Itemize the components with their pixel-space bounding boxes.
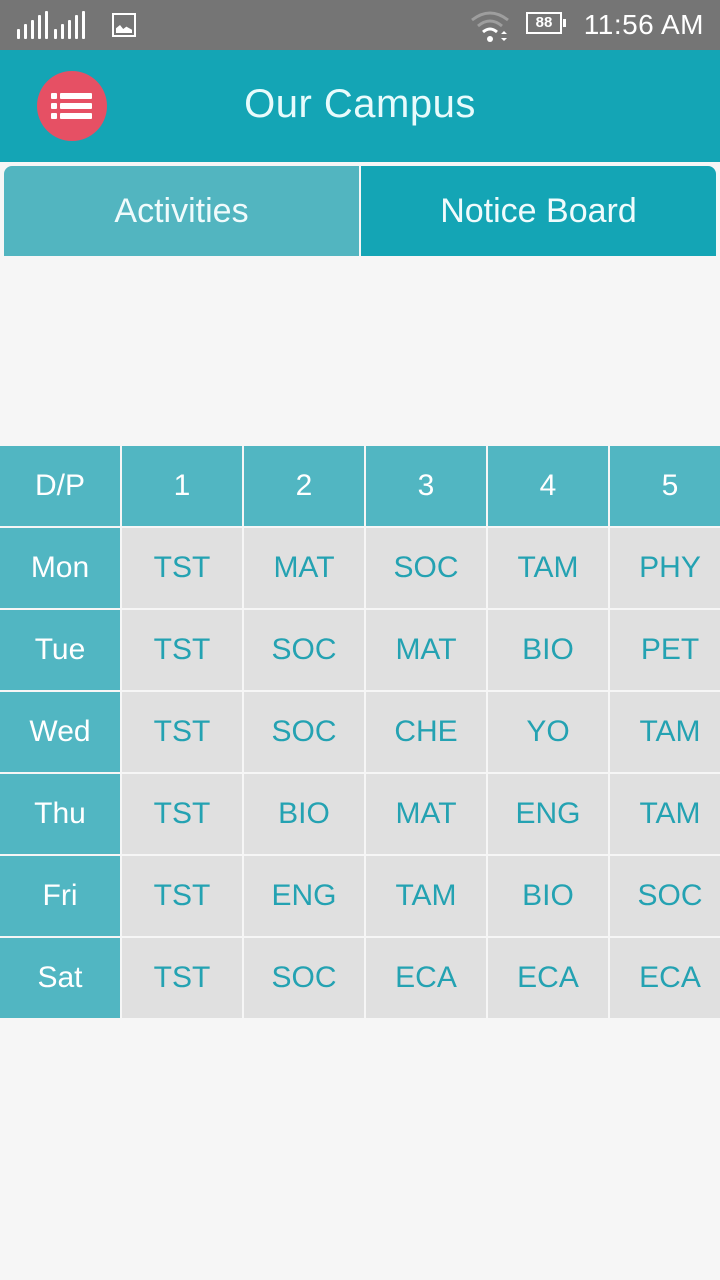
subject-cell[interactable]: TAM: [610, 774, 720, 854]
subject-cell[interactable]: BIO: [488, 856, 608, 936]
battery-icon: 88: [526, 12, 566, 34]
tab-bar: Activities Notice Board: [4, 166, 716, 256]
signal-sim2-icon: [54, 11, 85, 39]
subject-cell[interactable]: TST: [122, 610, 242, 690]
subject-cell[interactable]: TST: [122, 938, 242, 1018]
period-header: 1: [122, 446, 242, 526]
day-header: Sat: [0, 938, 120, 1018]
subject-cell[interactable]: YO: [488, 692, 608, 772]
subject-cell[interactable]: ECA: [366, 938, 486, 1018]
subject-cell[interactable]: BIO: [488, 610, 608, 690]
subject-cell[interactable]: SOC: [610, 856, 720, 936]
period-header: 4: [488, 446, 608, 526]
subject-cell[interactable]: TST: [122, 528, 242, 608]
subject-cell[interactable]: SOC: [366, 528, 486, 608]
subject-cell[interactable]: MAT: [244, 528, 364, 608]
subject-cell[interactable]: TAM: [610, 692, 720, 772]
wifi-icon: [471, 11, 509, 42]
subject-cell[interactable]: SOC: [244, 692, 364, 772]
day-header: Fri: [0, 856, 120, 936]
subject-cell[interactable]: ENG: [488, 774, 608, 854]
app-bar: Our Campus: [0, 50, 720, 162]
day-header: Tue: [0, 610, 120, 690]
subject-cell[interactable]: ENG: [244, 856, 364, 936]
subject-cell[interactable]: TST: [122, 692, 242, 772]
status-bar: 88 11:56 AM: [0, 0, 720, 50]
timetable-grid: D/P 1 2 3 4 5 Mon TST MAT SOC TAM PHY Tu…: [0, 446, 720, 1018]
period-header: 3: [366, 446, 486, 526]
subject-cell[interactable]: TAM: [366, 856, 486, 936]
subject-cell[interactable]: TST: [122, 774, 242, 854]
tab-activities[interactable]: Activities: [4, 166, 359, 256]
gallery-notification-icon: [112, 13, 136, 37]
page-title: Our Campus: [244, 82, 476, 126]
subject-cell[interactable]: ECA: [610, 938, 720, 1018]
subject-cell[interactable]: SOC: [244, 938, 364, 1018]
tab-notice-board[interactable]: Notice Board: [361, 166, 716, 256]
subject-cell[interactable]: MAT: [366, 774, 486, 854]
subject-cell[interactable]: ECA: [488, 938, 608, 1018]
subject-cell[interactable]: PHY: [610, 528, 720, 608]
clock: 11:56 AM: [583, 9, 704, 40]
subject-cell[interactable]: CHE: [366, 692, 486, 772]
subject-cell[interactable]: PET: [610, 610, 720, 690]
subject-cell[interactable]: BIO: [244, 774, 364, 854]
subject-cell[interactable]: TST: [122, 856, 242, 936]
day-header: Mon: [0, 528, 120, 608]
period-header: 2: [244, 446, 364, 526]
subject-cell[interactable]: MAT: [366, 610, 486, 690]
corner-header: D/P: [0, 446, 120, 526]
signal-sim1-icon: [17, 11, 48, 39]
day-header: Wed: [0, 692, 120, 772]
subject-cell[interactable]: TAM: [488, 528, 608, 608]
period-header: 5: [610, 446, 720, 526]
subject-cell[interactable]: SOC: [244, 610, 364, 690]
day-header: Thu: [0, 774, 120, 854]
